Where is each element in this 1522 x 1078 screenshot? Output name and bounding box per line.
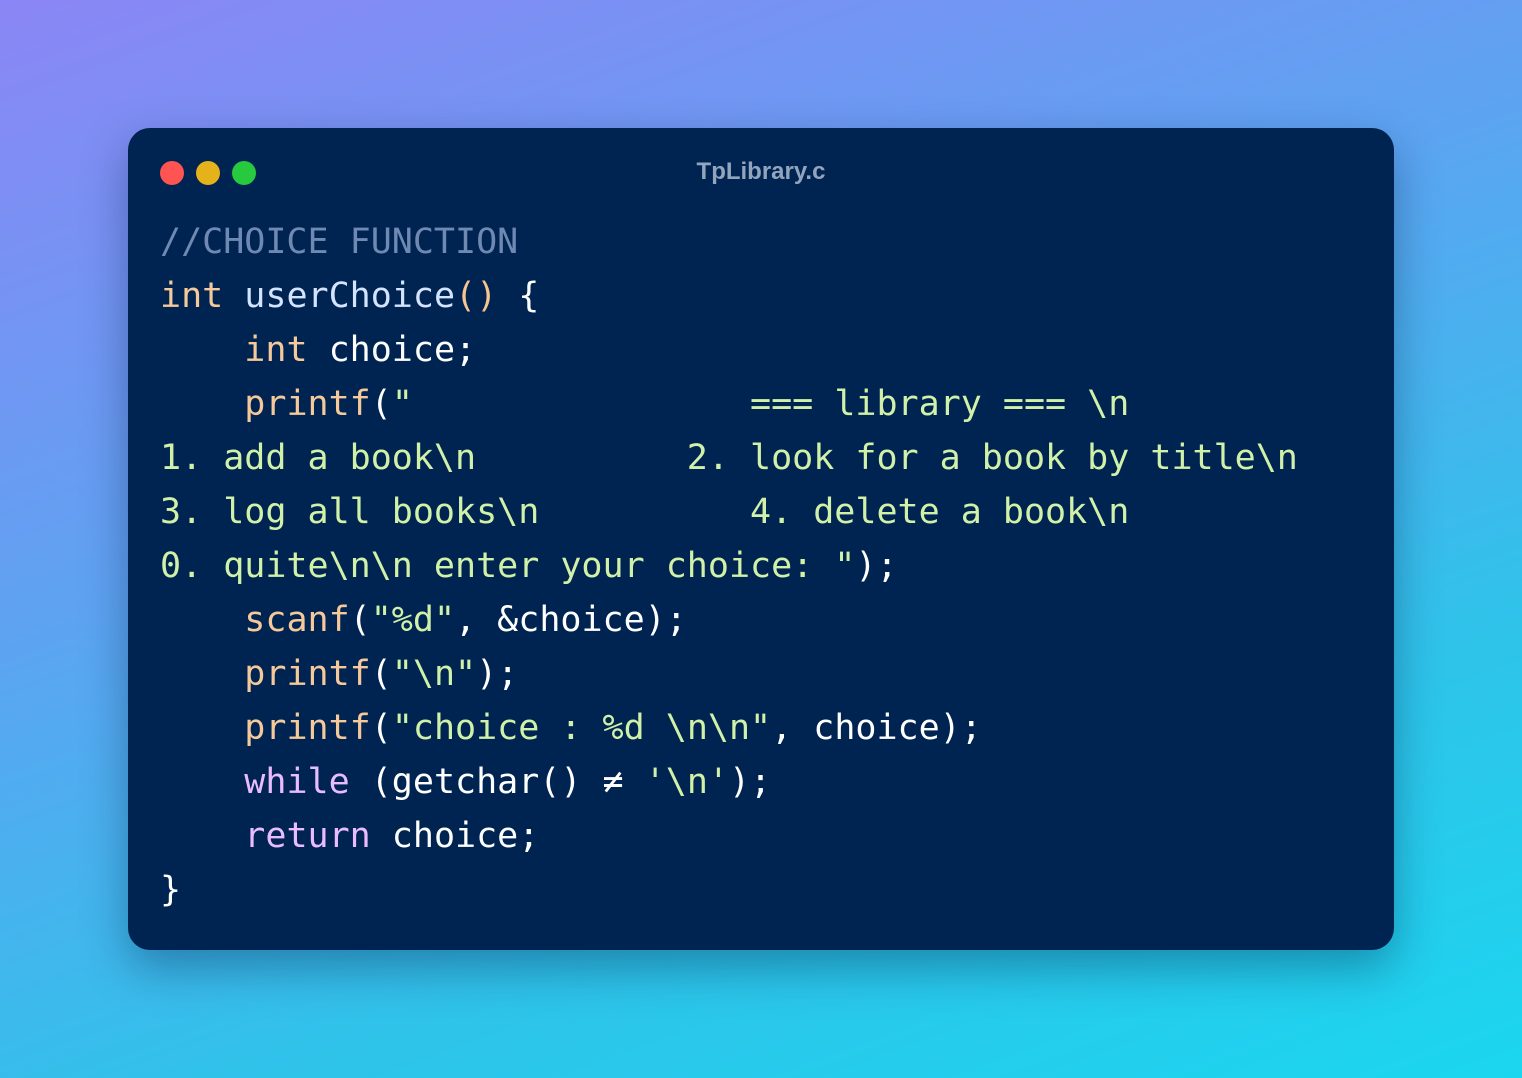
code-token: 1. add a book\n 2. look for a book by ti…	[160, 438, 1298, 478]
code-token: , &choice);	[455, 600, 687, 640]
code-token: userChoice	[244, 276, 456, 316]
code-line: printf(" === library === \n	[160, 377, 1298, 431]
code-token: (	[370, 384, 392, 424]
code-line: }	[160, 863, 1298, 917]
code-token: 0. quite\n\n enter your choice: "	[160, 546, 856, 586]
code-token: ()	[455, 276, 498, 316]
code-line: while (getchar() ≠ '\n');	[160, 755, 1298, 809]
code-block: //CHOICE FUNCTION int userChoice() { int …	[160, 215, 1298, 917]
code-token: scanf	[244, 600, 350, 640]
code-token: int	[160, 276, 224, 316]
code-token: '\n'	[644, 762, 729, 802]
code-token: printf	[244, 384, 371, 424]
code-token: 3. log all books\n 4. delete a book\n	[160, 492, 1130, 532]
code-token: "\n"	[391, 654, 477, 694]
code-token: return	[244, 816, 371, 856]
code-token: );	[476, 654, 519, 694]
code-line: 1. add a book\n 2. look for a book by ti…	[160, 431, 1298, 485]
code-token: "choice : %d \n\n"	[391, 708, 772, 748]
code-token: (	[370, 708, 392, 748]
code-token: );	[728, 762, 772, 802]
code-line: printf("\n");	[160, 647, 1298, 701]
code-line: int choice;	[160, 323, 1298, 377]
code-token: }	[160, 870, 182, 910]
code-line: printf("choice : %d \n\n", choice);	[160, 701, 1298, 755]
code-token: "%d"	[370, 600, 456, 640]
code-token: //CHOICE FUNCTION	[160, 222, 519, 262]
code-line: int userChoice() {	[160, 269, 1298, 323]
code-line: return choice;	[160, 809, 1298, 863]
code-token: , choice);	[771, 708, 982, 748]
code-token: printf	[244, 708, 371, 748]
code-token: {	[497, 276, 540, 316]
window-titlebar: TpLibrary.c	[128, 128, 1394, 218]
code-token: printf	[244, 654, 371, 694]
code-token: (getchar() ≠	[349, 762, 645, 802]
code-token: (	[370, 654, 392, 694]
code-token: while	[244, 762, 350, 802]
code-token: );	[855, 546, 898, 586]
code-line: scanf("%d", &choice);	[160, 593, 1298, 647]
code-line: 3. log all books\n 4. delete a book\n	[160, 485, 1298, 539]
code-token: choice;	[307, 330, 477, 370]
code-window: TpLibrary.c //CHOICE FUNCTION int userCho…	[128, 128, 1394, 950]
code-token: (	[349, 600, 371, 640]
file-title: TpLibrary.c	[696, 158, 826, 185]
code-token: int	[244, 330, 308, 370]
code-token: " === library === \n	[391, 384, 1130, 424]
code-line: 0. quite\n\n enter your choice: ");	[160, 539, 1298, 593]
code-token: choice;	[370, 816, 540, 856]
code-line: //CHOICE FUNCTION	[160, 215, 1298, 269]
